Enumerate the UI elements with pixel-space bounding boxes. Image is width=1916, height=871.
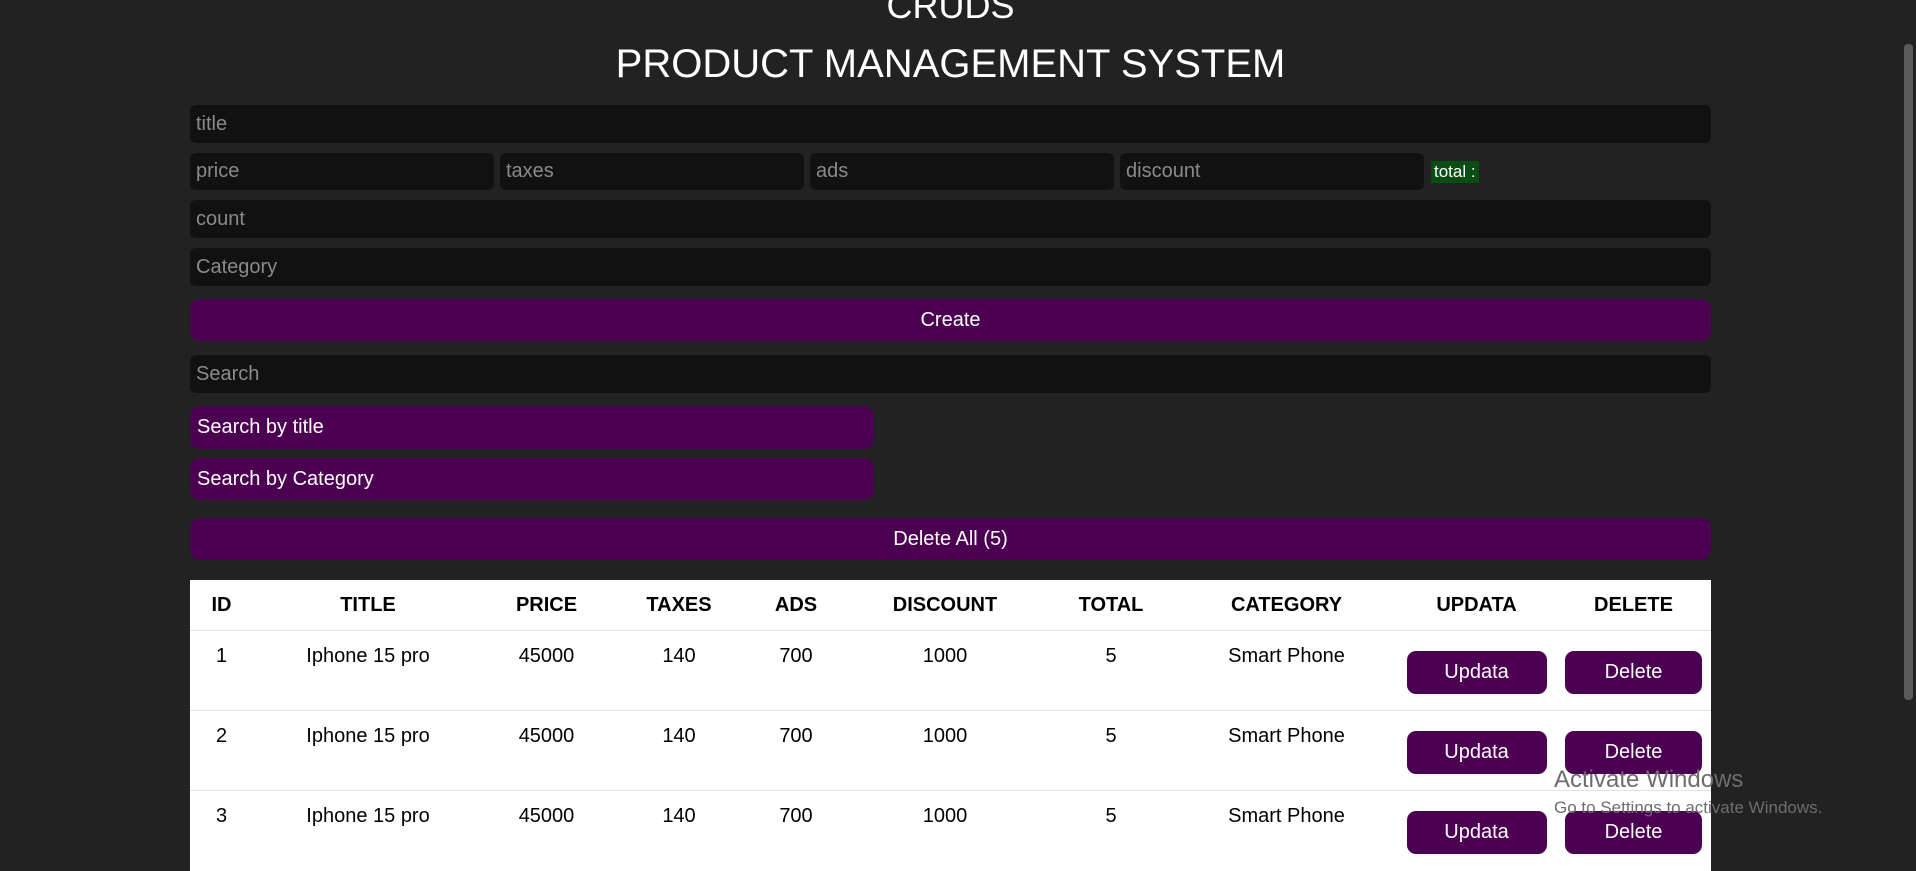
cell-discount: 1000 [922,805,968,827]
cell-category: Smart Phone [1228,725,1345,747]
header-category: CATEGORY [1230,593,1343,616]
app-title: CRUDS [886,0,1015,26]
header-total: TOTAL [1078,593,1144,616]
update-button[interactable]: Updata [1406,811,1547,854]
delete-all-button[interactable]: Delete All (5) [190,518,1711,560]
table-row: 3 Iphone 15 pro 45000 140 700 1000 5 Sma… [190,790,1711,871]
cell-price: 45000 [518,725,575,747]
cell-delete: Delete [1556,631,1711,711]
cell-id: 2 [215,725,228,747]
total-display: total : [1431,161,1479,183]
header-discount: DISCOUNT [892,593,998,616]
table-header-row: ID TITLE PRICE TAXES ADS DISCOUNT TOTAL … [190,580,1711,631]
cell-title: Iphone 15 pro [306,645,430,667]
activate-windows-subtitle: Go to Settings to activate Windows. [1554,798,1823,817]
cell-total: 5 [1105,805,1117,827]
cell-category: Smart Phone [1228,805,1345,827]
table-row: 2 Iphone 15 pro 45000 140 700 1000 5 Sma… [190,710,1711,791]
update-button[interactable]: Updata [1406,651,1547,694]
header-id: ID [211,593,232,616]
cell-discount: 1000 [922,725,968,747]
cell-title: Iphone 15 pro [306,805,430,827]
header-delete: DELETE [1594,593,1673,616]
cell-ads: 700 [779,725,813,747]
cell-id: 1 [215,645,228,667]
header-update: UPDATA [1436,593,1517,616]
price-input[interactable] [190,153,494,190]
cell-total: 5 [1105,645,1117,667]
delete-button[interactable]: Delete [1565,651,1702,694]
category-input[interactable] [190,248,1711,286]
search-input[interactable] [190,355,1711,393]
scrollbar-thumb[interactable] [1904,44,1913,700]
cell-total: 5 [1105,725,1117,747]
cell-id: 3 [215,805,228,827]
cell-taxes: 140 [662,645,696,667]
search-by-category-button[interactable]: Search by Category [190,458,874,500]
cell-category: Smart Phone [1228,645,1345,667]
search-by-title-button[interactable]: Search by title [190,406,874,449]
header-title: TITLE [340,593,396,616]
cell-taxes: 140 [662,805,696,827]
update-button[interactable]: Updata [1406,731,1547,774]
cell-ads: 700 [779,805,813,827]
discount-input[interactable] [1120,153,1424,190]
cell-price: 45000 [518,805,575,827]
cell-taxes: 140 [662,725,696,747]
taxes-input[interactable] [500,153,804,190]
cell-update: Updata [1397,791,1556,871]
ads-input[interactable] [810,153,1114,190]
table-row: 1 Iphone 15 pro 45000 140 700 1000 5 Sma… [190,630,1711,711]
cell-update: Updata [1397,631,1556,711]
header-taxes: TAXES [646,593,712,616]
scrollbar[interactable] [1900,0,1916,858]
count-input[interactable] [190,200,1711,238]
header-price: PRICE [515,593,578,616]
cell-ads: 700 [779,645,813,667]
title-input[interactable] [190,105,1711,143]
header-ads: ADS [774,593,818,616]
cell-update: Updata [1397,711,1556,791]
cell-discount: 1000 [922,645,968,667]
page-title: PRODUCT MANAGEMENT SYSTEM [615,42,1286,86]
activate-windows-title: Activate Windows [1554,766,1744,793]
cell-title: Iphone 15 pro [306,725,430,747]
products-table: ID TITLE PRICE TAXES ADS DISCOUNT TOTAL … [190,580,1711,871]
create-button[interactable]: Create [190,299,1711,341]
cell-price: 45000 [518,645,575,667]
